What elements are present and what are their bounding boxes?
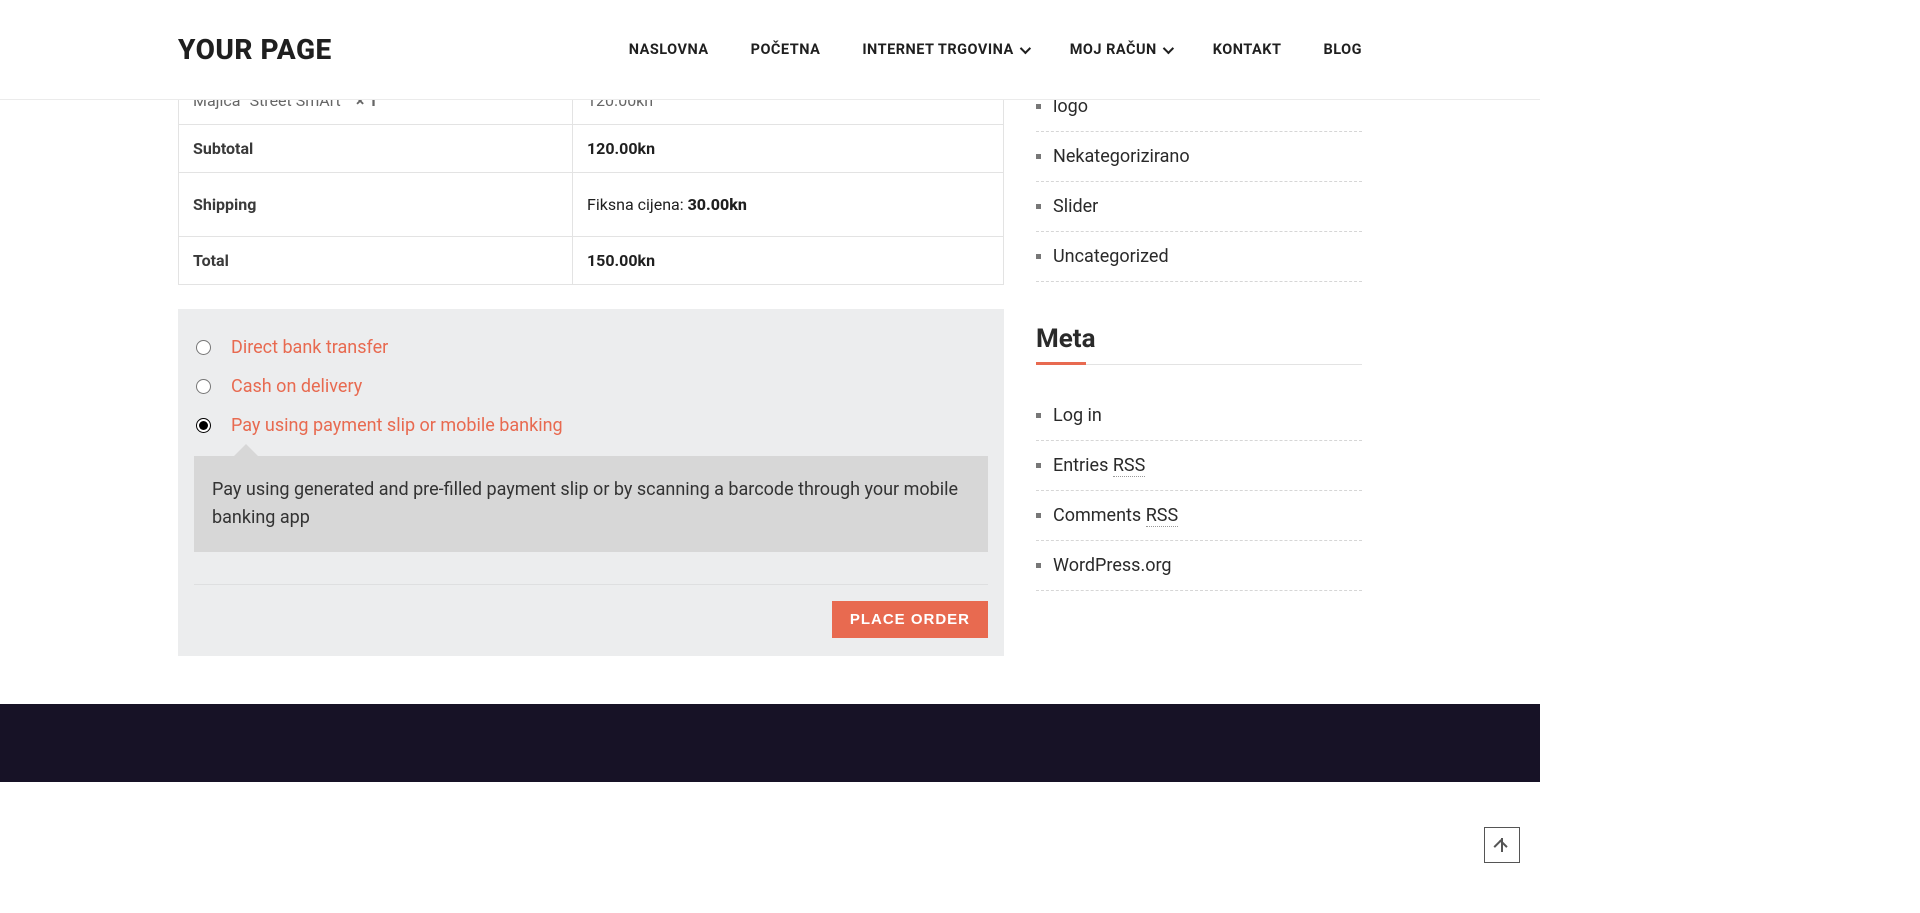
meta-label: WordPress.org [1053,555,1172,576]
meta-entries-prefix: Entries [1053,455,1113,476]
meta-comments-rss[interactable]: Comments RSS [1036,491,1362,541]
meta-login[interactable]: Log in [1036,391,1362,441]
shipping-row: Shipping Fiksna cijena: 30.00kn [179,173,1004,237]
bullet-icon [1036,463,1041,468]
nav-label: INTERNET TRGOVINA [862,41,1013,58]
payment-description-text: Pay using generated and pre-filled payme… [212,479,958,528]
payment-divider [194,584,988,585]
shipping-value-cell: Fiksna cijena: 30.00kn [573,173,1004,237]
subtotal-label: Subtotal [179,125,573,173]
payment-methods-box: Direct bank transfer Cash on delivery Pa… [178,309,1004,656]
categories-list: logo Nekategorizirano Slider Uncategoriz… [1036,82,1362,282]
meta-label: Log in [1053,405,1102,426]
checkout-main: Majica "Street SmArt" × 1 120.00kn Subto… [178,100,1004,656]
category-label: Slider [1053,196,1098,217]
subtotal-row: Subtotal 120.00kn [179,125,1004,173]
subtotal-value: 120.00kn [573,125,1004,173]
bullet-icon [1036,254,1041,259]
footer-band [0,704,1540,782]
shipping-price: 30.00kn [688,195,747,214]
payment-label-cod[interactable]: Cash on delivery [231,376,362,397]
nav-kontakt[interactable]: KONTAKT [1213,41,1282,58]
category-item[interactable]: Uncategorized [1036,232,1362,282]
bullet-icon [1036,104,1041,109]
chevron-down-icon [1163,42,1174,53]
payment-option-bank[interactable]: Direct bank transfer [194,331,988,370]
meta-comments-rss-abbr: RSS [1146,505,1178,527]
radio-bank-transfer[interactable] [196,340,211,355]
order-review-table: Majica "Street SmArt" × 1 120.00kn Subto… [178,76,1004,285]
payment-label-bank[interactable]: Direct bank transfer [231,337,388,358]
place-order-button[interactable]: PLACE ORDER [832,601,988,638]
payment-description: Pay using generated and pre-filled payme… [194,456,988,552]
site-logo[interactable]: YOUR PAGE [178,33,332,66]
meta-wporg[interactable]: WordPress.org [1036,541,1362,591]
category-label: Nekategorizirano [1053,146,1190,167]
nav-pocetna[interactable]: POČETNA [751,41,821,58]
nav-naslovna[interactable]: NASLOVNA [629,41,709,58]
radio-cash-on-delivery[interactable] [196,379,211,394]
bullet-icon [1036,154,1041,159]
nav-internet-trgovina[interactable]: INTERNET TRGOVINA [862,41,1027,58]
shipping-prefix: Fiksna cijena: [587,195,688,214]
shipping-label: Shipping [179,173,573,237]
nav-moj-racun[interactable]: MOJ RAČUN [1070,41,1171,58]
sidebar: logo Nekategorizirano Slider Uncategoriz… [1036,100,1362,656]
bullet-icon [1036,513,1041,518]
meta-entries-rss-abbr: RSS [1113,455,1145,477]
meta-list: Log in Entries RSS Comments RSS WordPres… [1036,391,1362,591]
radio-payment-slip[interactable] [196,418,211,433]
back-to-top-button[interactable] [1484,827,1520,863]
category-item[interactable]: Slider [1036,182,1362,232]
chevron-down-icon [1019,42,1030,53]
meta-heading: Meta [1036,324,1362,365]
payment-option-slip[interactable]: Pay using payment slip or mobile banking [194,409,988,448]
bullet-icon [1036,563,1041,568]
meta-entries-rss[interactable]: Entries RSS [1036,441,1362,491]
bullet-icon [1036,413,1041,418]
total-row: Total 150.00kn [179,237,1004,285]
site-header: YOUR PAGE NASLOVNA POČETNA INTERNET TRGO… [0,0,1540,100]
category-item[interactable]: Nekategorizirano [1036,132,1362,182]
main-nav: NASLOVNA POČETNA INTERNET TRGOVINA MOJ R… [629,41,1362,58]
total-value: 150.00kn [573,237,1004,285]
payment-option-cod[interactable]: Cash on delivery [194,370,988,409]
nav-blog[interactable]: BLOG [1323,41,1362,58]
payment-label-slip[interactable]: Pay using payment slip or mobile banking [231,415,563,436]
nav-label: MOJ RAČUN [1070,41,1157,58]
bullet-icon [1036,204,1041,209]
total-label: Total [179,237,573,285]
arrow-stem [1501,838,1503,852]
meta-comments-prefix: Comments [1053,505,1146,526]
category-label: Uncategorized [1053,246,1169,267]
